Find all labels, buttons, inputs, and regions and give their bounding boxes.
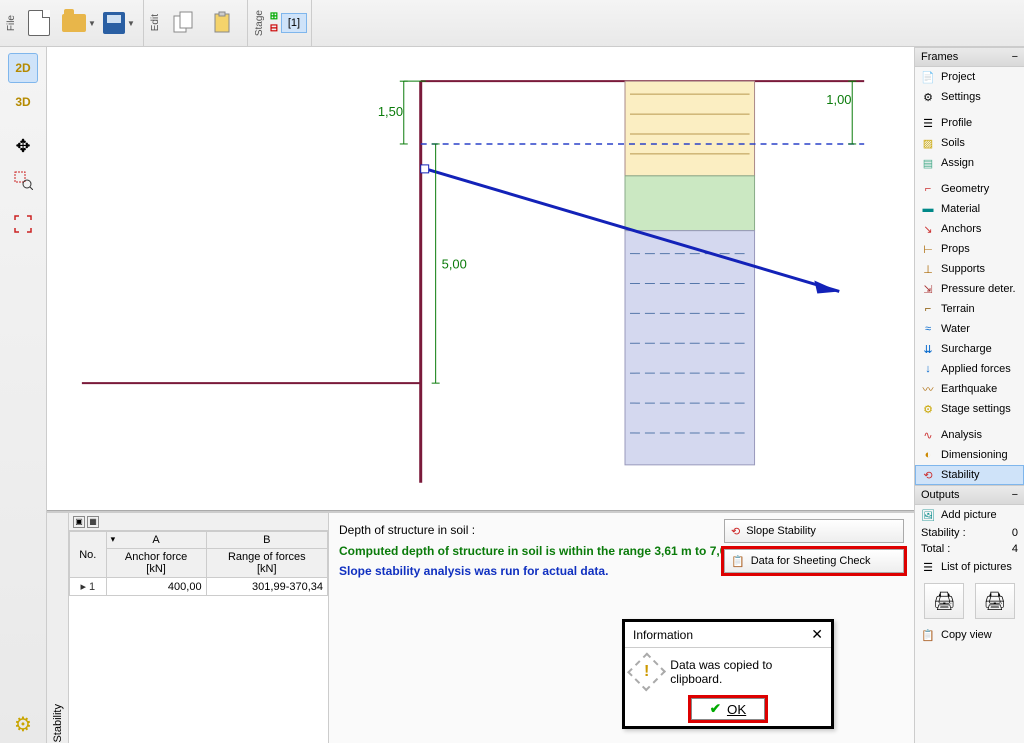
sidebar-item-props[interactable]: ⊢Props <box>915 239 1024 259</box>
open-file-button[interactable]: ▼ <box>61 5 97 41</box>
collapse-icon[interactable]: − <box>1012 51 1018 63</box>
sidebar-item-dimensioning[interactable]: ◐Dimensioning <box>915 445 1024 465</box>
remove-stage-button[interactable]: ⊟ <box>270 25 278 33</box>
list-pictures-button[interactable]: ☰List of pictures <box>915 557 1024 577</box>
sidebar-item-surcharge[interactable]: ⇊Surcharge <box>915 339 1024 359</box>
add-picture-button[interactable]: 🖼Add picture <box>915 505 1024 525</box>
table-btn-1[interactable]: ▣ <box>73 516 85 528</box>
info-icon: ! <box>627 652 666 691</box>
settings-gear-button[interactable]: ⚙ <box>8 709 38 739</box>
view-3d-button[interactable]: 3D <box>8 87 38 117</box>
depth-label: Depth of structure in soil : <box>339 523 475 537</box>
dialog-close-button[interactable]: ✕ <box>811 626 823 643</box>
frames-header: Frames− <box>915 47 1024 67</box>
dim-left-upper: 1,50 <box>378 104 403 119</box>
drawing-canvas[interactable]: 1,50 5,00 1,00 <box>47 47 914 511</box>
print-button-2[interactable]: 🖨 <box>975 583 1015 619</box>
table-btn-2[interactable]: ▦ <box>87 516 99 528</box>
table-row[interactable]: ▸ 1 400,00 301,99-370,34 <box>70 578 328 596</box>
stage-tab-1[interactable]: [1] <box>281 13 307 33</box>
toolbar-label-stage: Stage <box>252 8 267 38</box>
dialog-message: Data was copied to clipboard. <box>670 658 823 686</box>
information-dialog: Information ✕ ! Data was copied to clipb… <box>622 619 834 729</box>
sidebar-item-settings[interactable]: ⚙Settings <box>915 87 1024 107</box>
sidebar-item-water[interactable]: ≈Water <box>915 319 1024 339</box>
sidebar-item-pressure[interactable]: ⇲Pressure deter. <box>915 279 1024 299</box>
sidebar-item-anchors[interactable]: ↘Anchors <box>915 219 1024 239</box>
toolbar-group-edit: Edit <box>144 0 248 46</box>
sidebar-item-material[interactable]: ▬Material <box>915 199 1024 219</box>
save-file-button[interactable]: ▼ <box>101 5 137 41</box>
view-2d-button[interactable]: 2D <box>8 53 38 83</box>
anchor-table[interactable]: No. ▾A B Anchor force[kN] Range of force… <box>69 531 328 596</box>
data-sheeting-check-button[interactable]: 📋Data for Sheeting Check <box>724 549 904 573</box>
dialog-title: Information <box>633 628 693 642</box>
zoom-box-button[interactable] <box>8 165 38 195</box>
print-button-1[interactable]: 🖨 <box>924 583 964 619</box>
copy-button[interactable] <box>165 5 201 41</box>
left-toolbar: 2D 3D ✥ ⚙ <box>0 47 47 743</box>
sidebar-item-stagesettings[interactable]: ⚙Stage settings <box>915 399 1024 419</box>
sidebar-item-terrain[interactable]: ⌐Terrain <box>915 299 1024 319</box>
toolbar-group-stage: Stage ⊞ ⊟ [1] <box>248 0 312 46</box>
analysis-info: Depth of structure in soil : d = [m] Com… <box>329 513 914 743</box>
collapse-icon[interactable]: − <box>1012 489 1018 501</box>
sidebar-item-profile[interactable]: ☰Profile <box>915 113 1024 133</box>
dim-right: 1,00 <box>826 92 851 107</box>
toolbar-label-file: File <box>4 13 19 33</box>
toolbar-label-edit: Edit <box>148 12 163 33</box>
sidebar-item-geometry[interactable]: ⌐Geometry <box>915 179 1024 199</box>
dim-left-lower: 5,00 <box>442 257 467 272</box>
zoom-extents-button[interactable] <box>8 209 38 239</box>
top-toolbar: File ▼ ▼ Edit Stage ⊞ ⊟ [1] <box>0 0 1024 47</box>
paste-button[interactable] <box>205 5 241 41</box>
sidebar-item-stability[interactable]: ⟲Stability <box>915 465 1024 485</box>
col-no: No. <box>70 532 107 578</box>
sidebar-item-soils[interactable]: ▨Soils <box>915 133 1024 153</box>
slope-stability-button[interactable]: ⟲Slope Stability <box>724 519 904 543</box>
bottom-panel-title: Stability <box>47 513 69 743</box>
copy-view-button[interactable]: 📋Copy view <box>915 625 1024 645</box>
sidebar-item-analysis[interactable]: ∿Analysis <box>915 425 1024 445</box>
outputs-header: Outputs− <box>915 485 1024 505</box>
dialog-ok-button[interactable]: ✔OK <box>691 698 765 720</box>
col-b-label: B <box>263 534 270 546</box>
sidebar-item-project[interactable]: 📄Project <box>915 67 1024 87</box>
right-panel: Frames− 📄Project ⚙Settings ☰Profile ▨Soi… <box>914 47 1024 743</box>
new-file-button[interactable] <box>21 5 57 41</box>
sidebar-item-earthquake[interactable]: 〰Earthquake <box>915 379 1024 399</box>
sidebar-item-applied[interactable]: ↓Applied forces <box>915 359 1024 379</box>
add-stage-button[interactable]: ⊞ <box>270 13 278 21</box>
toolbar-group-file: File ▼ ▼ <box>0 0 144 46</box>
col-a-label: A <box>152 534 159 546</box>
sidebar-item-assign[interactable]: ▤Assign <box>915 153 1024 173</box>
bottom-panel: Stability ▣ ▦ No. ▾A B Anchor force[kN] … <box>47 511 914 743</box>
pan-button[interactable]: ✥ <box>8 131 38 161</box>
sidebar-item-supports[interactable]: ⊥Supports <box>915 259 1024 279</box>
anchor-table-area: ▣ ▦ No. ▾A B Anchor force[kN] Range of f… <box>69 513 329 743</box>
